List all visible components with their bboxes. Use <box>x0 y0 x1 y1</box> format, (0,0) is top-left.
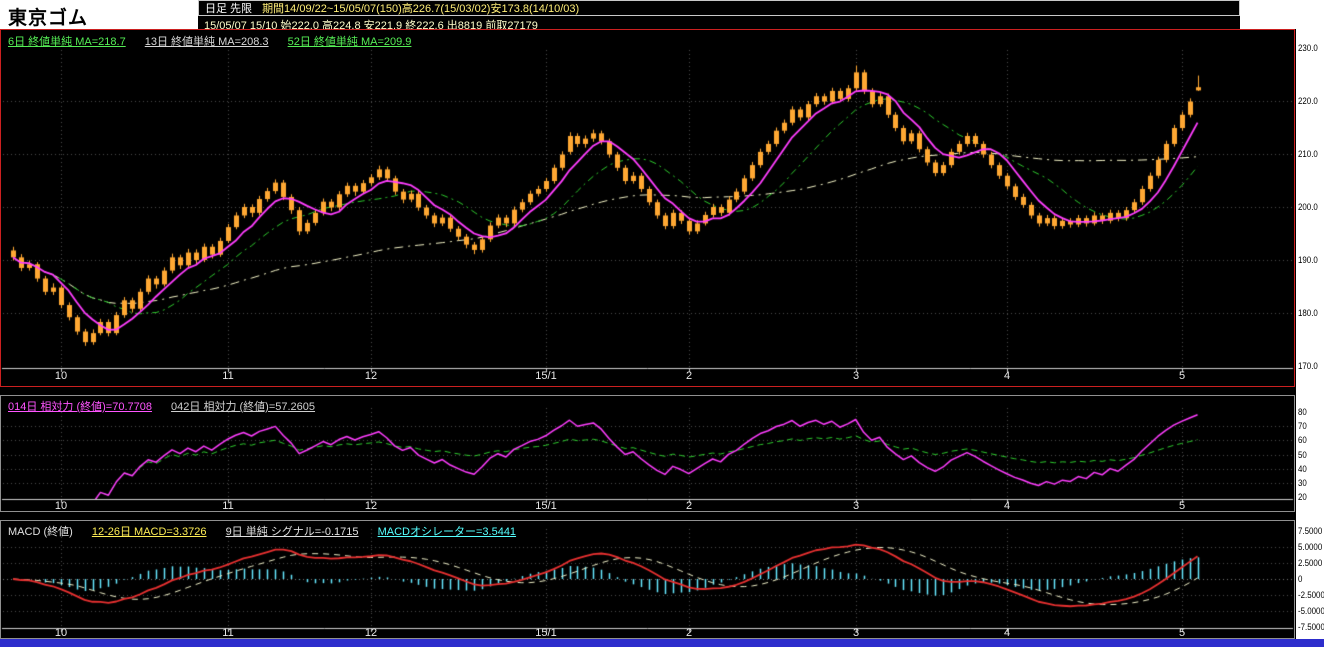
price-month-label: 3 <box>852 370 860 382</box>
instrument-title: 東京ゴム <box>8 8 89 29</box>
ma52-legend-label: 52日 終値単純 MA=209.9 <box>287 36 412 48</box>
macd-axis-label: 5.0000 <box>1298 542 1323 552</box>
chart-info-bar: 日足 先限 期間14/09/22~15/05/07(150)高226.7(15/… <box>198 0 1240 16</box>
macd-month-label: 2 <box>685 627 693 639</box>
macd-axis-label: 0 <box>1298 574 1303 584</box>
price-month-label: 5 <box>1178 370 1186 382</box>
price-axis-label: 180.0 <box>1298 308 1318 318</box>
rsi-legend: 014日 相対力 (終値)=70.7708 042日 相対力 (終値)=57.2… <box>8 398 331 414</box>
rsi-month-label: 3 <box>852 500 860 512</box>
macd-oscillator-label: MACDオシレーター=3.5441 <box>377 526 517 538</box>
macd-month-label: 5 <box>1178 627 1186 639</box>
bottom-bar <box>0 639 1324 647</box>
price-month-label: 15/1 <box>535 370 557 382</box>
macd-month-label: 11 <box>222 627 234 639</box>
rsi-month-label: 2 <box>685 500 693 512</box>
rsi14-legend-label: 014日 相対力 (終値)=70.7708 <box>8 401 152 413</box>
rsi-month-label: 4 <box>1003 500 1011 512</box>
rsi-month-label: 11 <box>222 500 234 512</box>
ma13-legend-label: 13日 終値単純 MA=208.3 <box>144 36 269 48</box>
price-month-label: 2 <box>685 370 693 382</box>
price-month-label: 10 <box>54 370 68 382</box>
macd-signal-label: 9日 単純 シグナル=-0.1715 <box>225 526 359 538</box>
macd-legend: MACD (終値) 12-26日 MACD=3.3726 9日 単純 シグナル=… <box>8 523 532 539</box>
price-month-label: 11 <box>222 370 234 382</box>
macd-month-label: 10 <box>54 627 68 639</box>
period-range-label: 期間14/09/22~15/05/07(150)高226.7(15/03/02)… <box>262 3 580 15</box>
rsi42-legend-label: 042日 相対力 (終値)=57.2605 <box>171 401 316 413</box>
rsi-axis-label: 30 <box>1298 477 1307 488</box>
price-axis-label: 200.0 <box>1298 202 1318 212</box>
price-month-label: 12 <box>364 370 378 382</box>
rsi-month-label: 12 <box>364 500 378 512</box>
macd-axis-label: 7.5000 <box>1298 526 1323 536</box>
price-axis-label: 230.0 <box>1298 43 1318 53</box>
rsi-axis-label: 40 <box>1298 463 1307 474</box>
chart-type-label: 日足 先限 <box>205 3 253 15</box>
rsi-month-label: 10 <box>54 500 68 512</box>
macd-axis-label: -5.0000 <box>1298 606 1324 616</box>
macd-month-label: 3 <box>852 627 860 639</box>
rsi-axis-label: 60 <box>1298 435 1307 446</box>
price-axis-label: 170.0 <box>1298 361 1318 371</box>
price-month-label: 4 <box>1003 370 1011 382</box>
rsi-axis-label: 50 <box>1298 449 1307 460</box>
rsi-month-label: 5 <box>1178 500 1186 512</box>
macd-title-label: MACD (終値) <box>8 526 73 538</box>
rsi-axis-label: 70 <box>1298 421 1307 432</box>
price-ma-legend: 6日 終値単純 MA=218.7 13日 終値単純 MA=208.3 52日 終… <box>8 33 427 49</box>
instrument-title-box: 東京ゴム <box>0 0 198 29</box>
macd-month-label: 15/1 <box>535 627 557 639</box>
header-right-spacer <box>1240 0 1324 29</box>
ma6-legend-label: 6日 終値単純 MA=218.7 <box>8 36 126 48</box>
rsi-month-label: 15/1 <box>535 500 557 512</box>
candlestick-chart-canvas[interactable] <box>1 30 1294 386</box>
macd-value-label: 12-26日 MACD=3.3726 <box>91 526 207 538</box>
chart-app-window: 東京ゴム 日足 先限 期間14/09/22~15/05/07(150)高226.… <box>0 0 1324 647</box>
macd-axis-label: 2.5000 <box>1298 558 1323 568</box>
price-axis-label: 190.0 <box>1298 255 1318 265</box>
rsi-axis-label: 20 <box>1298 492 1307 502</box>
price-axis-label: 220.0 <box>1298 96 1318 106</box>
price-axis-label: 210.0 <box>1298 149 1318 159</box>
macd-axis-label: -2.5000 <box>1298 590 1324 600</box>
macd-axis-label: -7.5000 <box>1298 622 1324 632</box>
rsi-axis-label: 80 <box>1298 407 1307 417</box>
macd-month-label: 12 <box>364 627 378 639</box>
macd-month-label: 4 <box>1003 627 1011 639</box>
